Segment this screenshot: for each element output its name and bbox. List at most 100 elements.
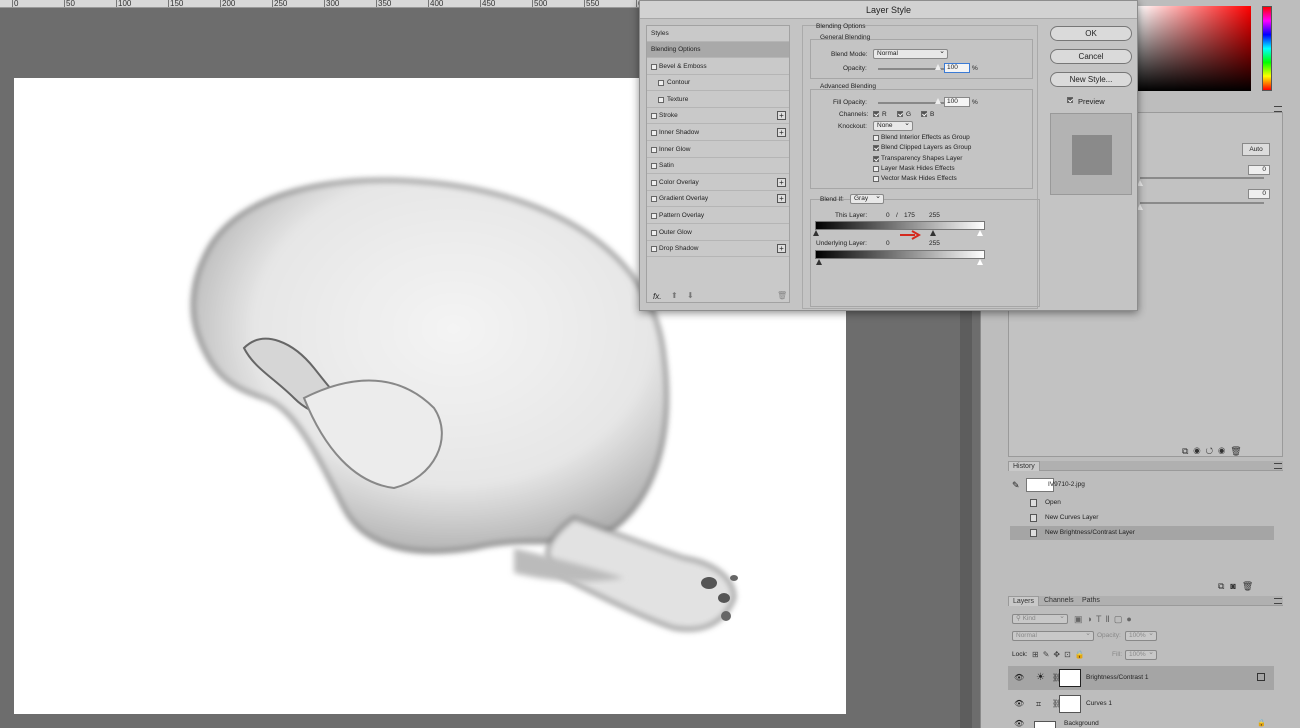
hue-slider[interactable] xyxy=(1262,6,1272,91)
layer-opacity-field[interactable]: 100% xyxy=(1125,630,1157,641)
add-effect-plus-icon[interactable]: + xyxy=(777,244,786,254)
layer-row[interactable]: 👁 ⌗ ⛓ Curves 1 xyxy=(1008,692,1274,716)
layers-menu-icon[interactable] xyxy=(1274,598,1282,604)
snapshot-label: IV9710-2.jpg xyxy=(1048,481,1085,488)
style-checkbox[interactable] xyxy=(651,229,657,236)
style-checkbox[interactable] xyxy=(651,130,657,136)
layer-name[interactable]: Background xyxy=(1064,718,1099,728)
style-checkbox[interactable] xyxy=(658,96,664,103)
style-item-drop-shadow[interactable]: Drop Shadow + xyxy=(647,241,789,258)
auto-button[interactable]: Auto xyxy=(1242,143,1270,156)
style-item-satin[interactable]: Satin xyxy=(647,158,789,175)
history-menu-icon[interactable] xyxy=(1274,463,1282,469)
style-checkbox[interactable] xyxy=(651,246,657,253)
style-item-outer-glow[interactable]: Outer Glow xyxy=(647,225,789,241)
fx-icon[interactable]: fx. xyxy=(653,292,661,301)
ok-button[interactable]: OK xyxy=(1050,26,1132,41)
visibility-eye-icon[interactable]: 👁 xyxy=(1014,718,1024,728)
fill-opacity-slider-handle[interactable] xyxy=(935,98,941,104)
opacity-input[interactable]: 100 xyxy=(944,63,970,73)
style-item-contour[interactable]: Contour xyxy=(647,75,789,92)
advanced-option-checkbox[interactable] xyxy=(873,165,879,172)
history-item[interactable]: Open xyxy=(1010,496,1274,510)
layer-name[interactable]: Brightness/Contrast 1 xyxy=(1086,666,1149,690)
tab-layers[interactable]: Layers xyxy=(1008,596,1040,606)
move-up-icon[interactable]: ⬆ xyxy=(671,291,678,300)
style-checkbox[interactable] xyxy=(651,63,657,70)
this-layer-black-handle-left[interactable] xyxy=(813,230,819,236)
fill-opacity-input[interactable]: 100 xyxy=(944,97,970,107)
underlying-black-handle[interactable] xyxy=(816,259,822,265)
style-item-inner-glow[interactable]: Inner Glow xyxy=(647,142,789,158)
style-item-inner-shadow[interactable]: Inner Shadow + xyxy=(647,125,789,141)
smart-filter-icon[interactable] xyxy=(1257,673,1265,681)
opacity-slider-handle[interactable] xyxy=(935,64,941,70)
style-checkbox[interactable] xyxy=(651,179,657,186)
layer-mask-thumbnail[interactable] xyxy=(1059,669,1081,687)
layer-mask-thumbnail[interactable] xyxy=(1059,695,1081,713)
new-style-button[interactable]: New Style... xyxy=(1050,72,1132,87)
tab-history[interactable]: History xyxy=(1008,461,1040,471)
blend-if-select[interactable]: Gray xyxy=(850,193,884,204)
knockout-select[interactable]: None xyxy=(873,120,913,131)
history-item[interactable]: New Curves Layer xyxy=(1010,511,1274,525)
blend-mode-select[interactable]: Normal xyxy=(873,48,948,59)
brightness-slider[interactable] xyxy=(1140,177,1264,179)
history-footer-icons[interactable]: ⧉◙🗑 xyxy=(1218,581,1259,591)
add-effect-plus-icon[interactable]: + xyxy=(777,111,786,121)
add-effect-plus-icon[interactable]: + xyxy=(777,177,786,187)
filter-kind-label: Kind xyxy=(1022,615,1036,622)
layer-name[interactable]: Curves 1 xyxy=(1086,692,1112,716)
tab-channels[interactable]: Channels xyxy=(1040,596,1078,606)
layer-filter-kind[interactable]: ⚲ Kind xyxy=(1012,613,1068,624)
style-item-bevel-emboss[interactable]: Bevel & Emboss xyxy=(647,59,789,75)
brightness-value[interactable]: 0 xyxy=(1248,165,1270,175)
style-checkbox[interactable] xyxy=(651,213,657,219)
layer-blend-mode[interactable]: Normal xyxy=(1012,630,1094,641)
style-item-gradient-overlay[interactable]: Gradient Overlay + xyxy=(647,191,789,208)
advanced-option-checkbox[interactable] xyxy=(873,145,879,152)
tab-paths[interactable]: Paths xyxy=(1078,596,1104,606)
add-effect-plus-icon[interactable]: + xyxy=(777,194,786,204)
history-snapshot[interactable]: ✎ IV9710-2.jpg xyxy=(1010,476,1274,494)
this-layer-black-handle-split[interactable] xyxy=(930,230,936,236)
contrast-slider[interactable] xyxy=(1140,202,1264,204)
trash-icon[interactable]: 🗑 xyxy=(777,291,787,300)
advanced-option-checkbox[interactable] xyxy=(873,155,879,162)
history-brush-icon[interactable]: ✎ xyxy=(1012,476,1020,494)
channel-g-checkbox[interactable] xyxy=(897,111,903,117)
style-checkbox[interactable] xyxy=(651,196,657,203)
this-layer-white-handle[interactable] xyxy=(977,230,983,236)
layer-thumbnail[interactable] xyxy=(1034,721,1056,728)
color-field[interactable] xyxy=(1138,6,1251,91)
style-checkbox[interactable] xyxy=(658,80,664,87)
advanced-option-checkbox[interactable] xyxy=(873,135,879,141)
styles-header[interactable]: Styles xyxy=(647,26,789,42)
style-item-texture[interactable]: Texture xyxy=(647,92,789,108)
layer-row-selected[interactable]: 👁 ☀ ⛓ Brightness/Contrast 1 xyxy=(1008,666,1274,690)
visibility-eye-icon[interactable]: 👁 xyxy=(1014,666,1024,690)
style-item-stroke[interactable]: Stroke + xyxy=(647,108,789,125)
cancel-button[interactable]: Cancel xyxy=(1050,49,1132,64)
channel-r-checkbox[interactable] xyxy=(873,111,879,117)
channel-b-checkbox[interactable] xyxy=(921,111,927,117)
style-checkbox[interactable] xyxy=(651,146,657,153)
visibility-eye-icon[interactable]: 👁 xyxy=(1014,692,1024,716)
underlying-white-handle[interactable] xyxy=(977,259,983,265)
layer-filter-icons[interactable]: ▣◑TⅡ▢● xyxy=(1074,614,1136,624)
advanced-option-checkbox[interactable] xyxy=(873,176,879,183)
history-item-selected[interactable]: New Brightness/Contrast Layer xyxy=(1010,526,1274,540)
properties-footer-icons[interactable]: ⧉◉↺◉🗑 xyxy=(1182,446,1247,456)
lock-icons[interactable]: ⊞✎✥⊡🔒 xyxy=(1032,650,1089,660)
layer-row[interactable]: 👁 Background 🔒 xyxy=(1008,718,1274,728)
style-checkbox[interactable] xyxy=(651,113,657,120)
style-item-color-overlay[interactable]: Color Overlay + xyxy=(647,175,789,191)
style-item-pattern-overlay[interactable]: Pattern Overlay xyxy=(647,208,789,224)
preview-checkbox[interactable] xyxy=(1067,97,1073,103)
style-item-blending-options[interactable]: Blending Options xyxy=(647,42,789,58)
style-checkbox[interactable] xyxy=(651,163,657,170)
move-down-icon[interactable]: ⬇ xyxy=(687,291,694,300)
contrast-value[interactable]: 0 xyxy=(1248,189,1270,199)
fill-field[interactable]: 100% xyxy=(1125,649,1157,660)
add-effect-plus-icon[interactable]: + xyxy=(777,128,786,137)
